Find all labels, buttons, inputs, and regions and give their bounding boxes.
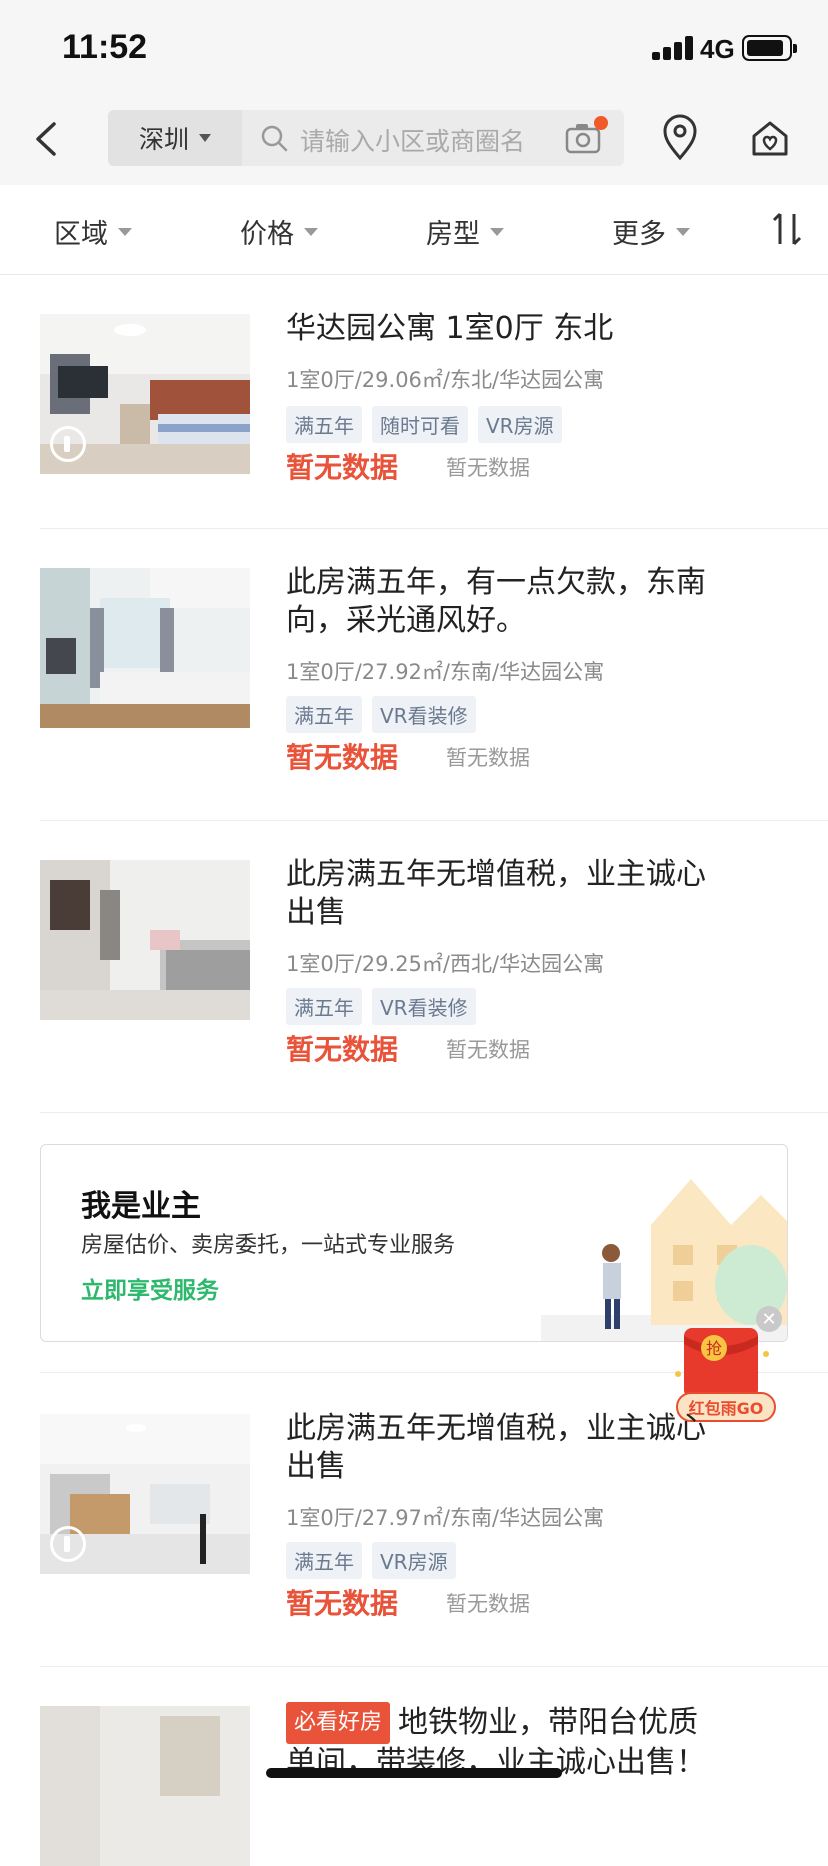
listing-photo [40, 1414, 250, 1574]
listing-photo [40, 860, 250, 1020]
filter-bar: 区域 价格 房型 更多 [0, 188, 828, 275]
tag: VR看装修 [372, 696, 476, 733]
listing-item[interactable]: 必看好房 地铁物业，带阳台优质单间，带装修，业主诚心出售！ [40, 1702, 828, 1866]
search-input[interactable]: 请输入小区或商圈名 [300, 122, 525, 158]
divider [40, 1666, 828, 1667]
home-indicator[interactable] [266, 1768, 562, 1778]
listing-meta: 1室0厅/29.06㎡/东北/华达园公寓 [286, 368, 605, 392]
listing-photo [40, 314, 250, 474]
vr-play-icon [50, 1526, 86, 1562]
listing-title: 华达园公寓 1室0厅 东北 [286, 311, 614, 346]
listing-item[interactable]: 华达园公寓 1室0厅 东北 1室0厅/29.06㎡/东北/华达园公寓 满五年 随… [40, 311, 828, 484]
vr-play-icon [50, 426, 86, 462]
listing-title: 此房满五年，有一点欠款，东南向，采光通风好。 [286, 565, 706, 638]
listing-title: 此房满五年无增值税，业主诚心出售 [286, 1411, 706, 1484]
tag: 满五年 [286, 696, 362, 733]
listing-tags: 满五年 VR看装修 [286, 988, 476, 1025]
tag: VR房源 [372, 1542, 456, 1579]
filter-area[interactable]: 区域 [54, 212, 132, 251]
filter-label: 区域 [54, 219, 108, 250]
listing-meta: 1室0厅/27.92㎡/东南/华达园公寓 [286, 660, 605, 684]
close-icon[interactable]: ✕ [756, 1306, 782, 1332]
listing-unit-price: 暂无数据 [446, 1038, 530, 1062]
listing-item[interactable]: 此房满五年无增值税，业主诚心出售 1室0厅/29.25㎡/西北/华达园公寓 满五… [40, 857, 828, 1066]
tag: VR看装修 [372, 988, 476, 1025]
location-pin-icon[interactable] [660, 114, 700, 162]
banner-title: 我是业主 [81, 1189, 201, 1224]
tag: VR房源 [478, 406, 562, 443]
banner-subtitle: 房屋估价、卖房委托，一站式专业服务 [81, 1233, 456, 1258]
tag: 满五年 [286, 988, 362, 1025]
tag: 满五年 [286, 406, 362, 443]
caret-down-icon [490, 227, 504, 236]
listing-photo [40, 1706, 250, 1866]
listing-unit-price: 暂无数据 [446, 1592, 530, 1616]
search-icon [261, 125, 288, 152]
battery-icon [742, 35, 797, 61]
banner-cta-link[interactable]: 立即享受服务 [81, 1271, 219, 1305]
notification-dot [594, 116, 608, 130]
listing-tags: 满五年 VR看装修 [286, 696, 476, 733]
status-bar: 11:52 4G [0, 0, 828, 100]
divider [40, 528, 828, 529]
divider [40, 1112, 828, 1113]
caret-down-icon [199, 134, 211, 142]
listing-tags: 满五年 VR房源 [286, 1542, 456, 1579]
city-label: 深圳 [138, 125, 189, 154]
city-selector[interactable]: 深圳 [108, 110, 242, 166]
caret-down-icon [118, 227, 132, 236]
listing-price: 暂无数据 [286, 451, 399, 484]
listing-price: 暂无数据 [286, 741, 399, 774]
must-see-badge: 必看好房 [286, 1702, 391, 1744]
caret-down-icon [304, 227, 318, 236]
listing-meta: 1室0厅/29.25㎡/西北/华达园公寓 [286, 952, 605, 976]
listing-price: 暂无数据 [286, 1033, 399, 1066]
listing-item[interactable]: 此房满五年无增值税，业主诚心出售 1室0厅/27.97㎡/东南/华达园公寓 满五… [40, 1411, 828, 1620]
tag: 满五年 [286, 1542, 362, 1579]
filter-label: 更多 [612, 219, 666, 250]
signal-icon [652, 36, 696, 60]
tag: 随时可看 [372, 406, 468, 443]
filter-more[interactable]: 更多 [612, 212, 690, 251]
filter-label: 房型 [426, 219, 480, 250]
red-packet-glyph: 抢 [706, 1339, 722, 1358]
search-box[interactable]: 深圳 请输入小区或商圈名 [108, 110, 624, 166]
listing-price: 暂无数据 [286, 1587, 399, 1620]
favorite-home-icon[interactable] [748, 116, 792, 160]
listing-unit-price: 暂无数据 [446, 456, 530, 480]
listing-photo [40, 568, 250, 728]
network-label: 4G [700, 34, 735, 64]
caret-down-icon [676, 227, 690, 236]
back-icon[interactable] [24, 114, 74, 164]
status-time: 11:52 [62, 28, 148, 66]
listing-unit-price: 暂无数据 [446, 746, 530, 770]
filter-label: 价格 [240, 219, 294, 250]
search-header: 深圳 请输入小区或商圈名 [0, 100, 828, 185]
listing-item[interactable]: 此房满五年，有一点欠款，东南向，采光通风好。 1室0厅/27.92㎡/东南/华达… [40, 565, 828, 774]
listing-title: 此房满五年无增值税，业主诚心出售 [286, 857, 706, 930]
listing-meta: 1室0厅/27.97㎡/东南/华达园公寓 [286, 1506, 605, 1530]
listing-tags: 满五年 随时可看 VR房源 [286, 406, 562, 443]
sort-icon[interactable] [770, 210, 806, 248]
filter-layout[interactable]: 房型 [426, 212, 504, 251]
filter-price[interactable]: 价格 [240, 212, 318, 251]
divider [40, 820, 828, 821]
